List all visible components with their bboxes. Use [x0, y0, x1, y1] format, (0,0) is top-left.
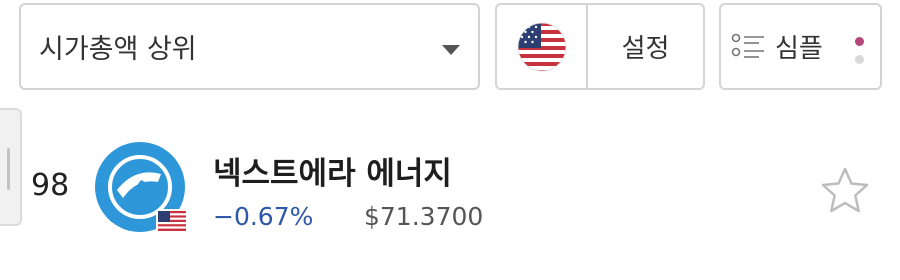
settings-button-label: 설정: [621, 34, 670, 64]
top-controls: 시가총액 상위 설정 심플: [0, 0, 900, 100]
region-settings-group: 설정: [495, 3, 705, 90]
sort-dropdown[interactable]: 시가총액 상위: [19, 3, 480, 90]
star-outline-icon[interactable]: [819, 166, 871, 216]
region-flag-button[interactable]: [497, 5, 588, 88]
page-dot: [855, 55, 864, 64]
stock-name: 넥스트에라 에너지: [213, 156, 452, 192]
sort-dropdown-label: 시가총액 상위: [39, 34, 197, 65]
view-mode-label: 심플: [775, 34, 823, 64]
stock-change-percent: −0.67%: [213, 202, 314, 231]
stock-rank: 98: [31, 168, 70, 203]
stock-list-item[interactable]: 98 넥스트에라 에너지 −0.67% $71.3700: [0, 120, 900, 260]
list-icon: [731, 33, 764, 58]
us-flag-icon: [156, 209, 188, 233]
chevron-down-icon: [442, 45, 460, 55]
settings-button[interactable]: 설정: [588, 5, 703, 88]
view-mode-simple-button[interactable]: 심플: [719, 3, 882, 90]
stock-price: $71.3700: [364, 202, 484, 231]
page-indicator: [855, 37, 864, 64]
page-dot-active: [855, 37, 864, 46]
us-flag-icon: [517, 22, 566, 71]
